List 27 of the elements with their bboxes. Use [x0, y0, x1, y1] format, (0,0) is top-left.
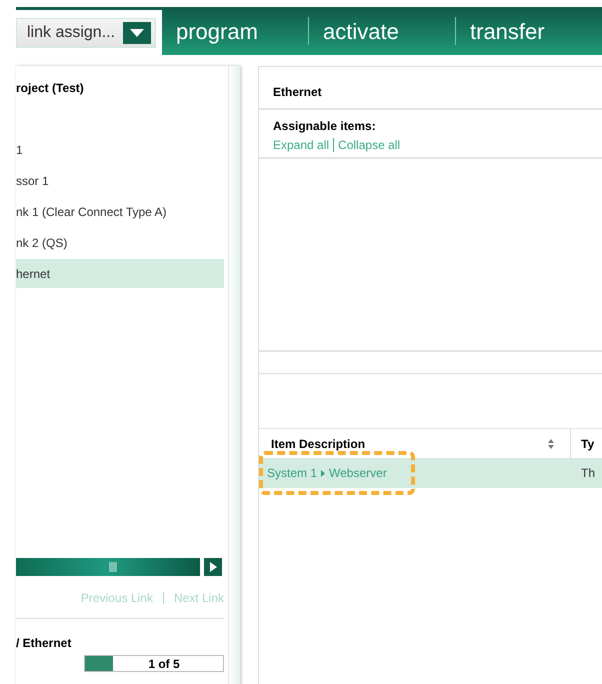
link-dropdown[interactable]: link assign... — [16, 18, 156, 48]
tree-item[interactable]: nk 2 (QS) — [16, 228, 224, 257]
caret-icon — [321, 470, 326, 476]
table-cell-text: Th — [580, 465, 596, 482]
assignable-label: Assignable items: — [273, 118, 377, 133]
grip-icon — [109, 562, 117, 572]
detail-title: Ethernet — [273, 84, 323, 99]
tree-item[interactable]: nk 1 (Clear Connect Type A) — [16, 197, 224, 226]
sort-icon — [548, 438, 554, 448]
dropdown-value: link assign... — [27, 22, 116, 42]
tree-item[interactable]: ssor 1 — [16, 166, 224, 195]
scroll-right-button[interactable] — [204, 558, 222, 576]
nav-tab[interactable]: program — [162, 7, 308, 55]
column-header[interactable]: Ty — [571, 434, 602, 452]
horizontal-scrollbar[interactable] — [16, 558, 200, 576]
tree-item[interactable]: hernet — [16, 259, 224, 288]
tree-item[interactable]: 1 — [16, 135, 224, 164]
item-path-part: Webserver — [329, 465, 387, 482]
nav-tab[interactable]: activate — [309, 7, 455, 55]
breadcrumb-path: / Ethernet — [16, 635, 72, 650]
nav-tab[interactable]: transfer — [456, 7, 602, 55]
arrow-right-icon — [210, 562, 216, 572]
item-path-part: System 1 — [267, 465, 318, 482]
table-row[interactable]: System 1 Webserver Th — [259, 458, 602, 488]
column-label: Item Description — [271, 436, 366, 452]
pager-text: 1 of 5 — [147, 656, 181, 672]
project-title: roject (Test) — [16, 80, 85, 95]
